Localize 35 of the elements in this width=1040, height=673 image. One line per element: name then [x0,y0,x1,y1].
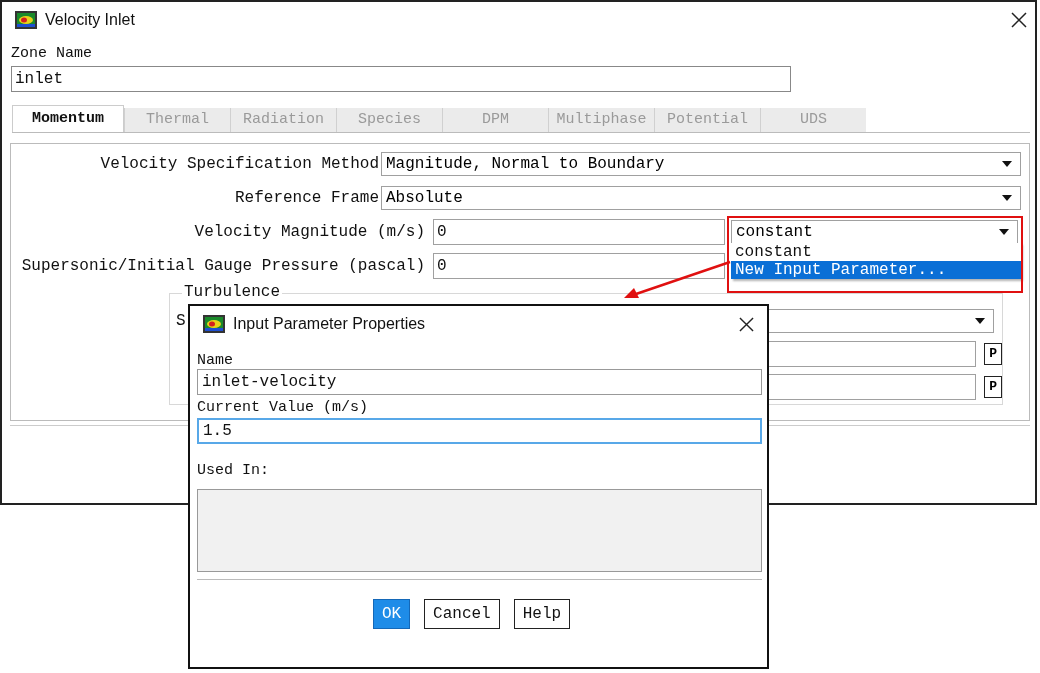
field-label: Velocity Magnitude (m/s) [193,223,425,240]
caret-icon [1002,160,1012,167]
window-title: Velocity Inlet [45,10,136,30]
input-field[interactable]: 0 [433,218,725,245]
tab[interactable]: Momentum [12,105,124,132]
dialog-button[interactable]: Cancel [424,599,500,629]
list-item[interactable]: constant [731,243,1021,261]
field-label: Name [197,352,234,369]
field-label: Reference Frame [233,189,379,206]
close-icon[interactable] [1011,12,1027,28]
dialog-button[interactable]: Help [513,599,571,629]
list-item[interactable]: New Input Parameter... [731,261,1021,279]
app-icon [15,11,37,29]
dropdown[interactable]: constant [731,219,1018,244]
parameter-button[interactable]: P [984,342,1002,365]
field-label: Used In: [197,462,270,479]
parameter-button[interactable]: P [984,375,1002,398]
app-icon [203,315,225,333]
dropdown[interactable]: Magnitude, Normal to Boundary [381,151,1021,176]
caret-icon [975,317,985,324]
input-field[interactable]: 0 [433,252,725,279]
dialog-button[interactable]: OK [372,599,411,629]
field-label: Supersonic/Initial Gauge Pressure (pascal) [20,257,425,274]
close-icon[interactable] [739,316,754,332]
caret-icon [999,228,1009,235]
field-label: Current Value (m/s) [197,399,370,416]
zone-name-field[interactable]: inlet [11,66,791,92]
caret-icon [1002,194,1012,201]
dialog-title: Input Parameter Properties [233,314,426,334]
dropdown[interactable]: Absolute [381,185,1021,210]
value-field[interactable]: 1.5 [197,418,762,444]
field-label: S [176,312,186,329]
field-label: Zone Name [11,46,93,62]
name-field[interactable]: inlet-velocity [197,369,762,395]
field-label: Velocity Specification Method [99,155,379,172]
